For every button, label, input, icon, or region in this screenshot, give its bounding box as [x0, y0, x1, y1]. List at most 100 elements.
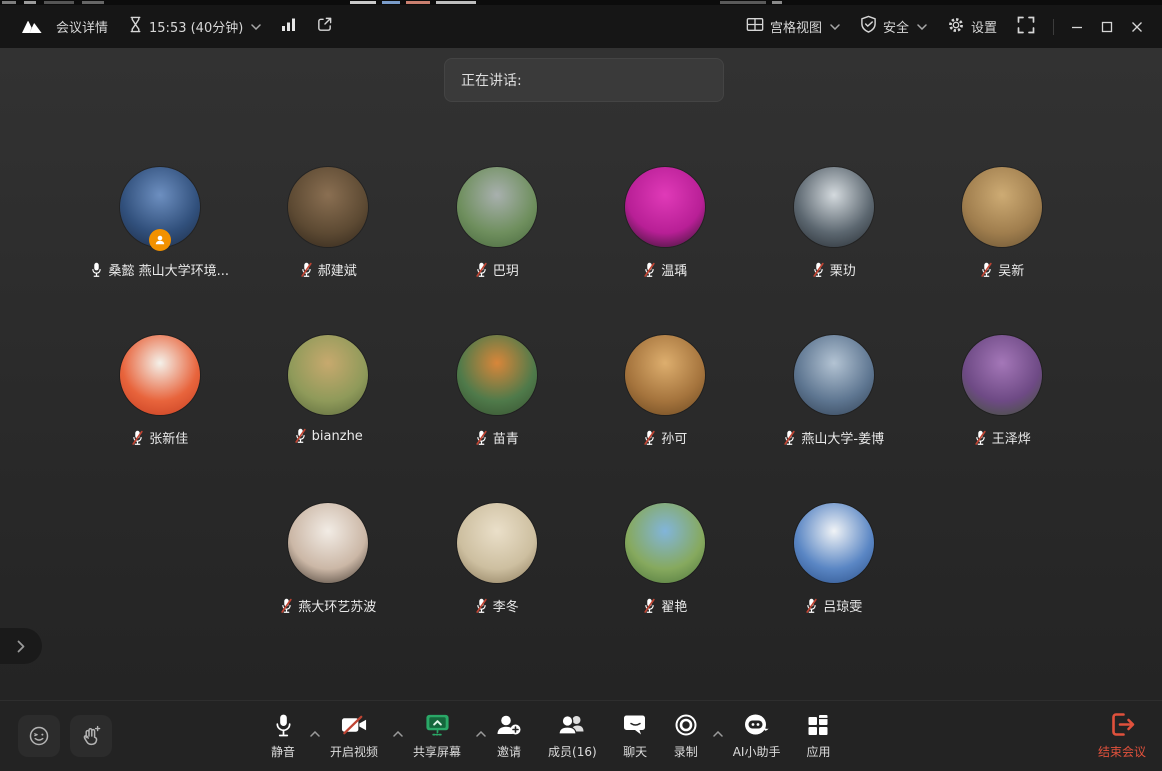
participant-name-row: 巴玥 [475, 260, 519, 279]
avatar [288, 503, 368, 583]
ai-assistant-label: AI小助手 [733, 743, 781, 760]
security-button[interactable]: 安全 [850, 12, 937, 42]
meeting-details-button[interactable]: 会议详情 [46, 12, 118, 42]
mic-muted-icon [475, 598, 488, 614]
mute-button[interactable]: 静音 [258, 710, 317, 760]
ai-assistant-button[interactable]: AI小助手 [720, 710, 794, 760]
participant-name: bianzhe [312, 429, 363, 444]
shield-check-icon [860, 15, 877, 38]
participant-tile[interactable]: 李冬 [413, 503, 582, 615]
mic-muted-icon [783, 430, 796, 446]
participant-tile[interactable]: 栗玏 [750, 167, 919, 279]
participant-row: 张新佳 bianzhe 苗青孙可 燕山大学-姜博 王泽烨 [0, 335, 1162, 447]
raise-hand-button[interactable] [70, 715, 112, 757]
host-badge-icon [149, 229, 171, 251]
avatar [120, 335, 200, 415]
maximize-button[interactable] [1092, 12, 1122, 42]
participant-name-row: 孙可 [643, 428, 687, 447]
participant-name: 李冬 [493, 596, 519, 615]
minimize-button[interactable] [1062, 12, 1092, 42]
screen-share-icon [424, 710, 451, 740]
participant-tile[interactable]: 吕琼雯 [750, 503, 919, 615]
grid-view-button[interactable]: 宫格视图 [736, 12, 850, 42]
emoji-reaction-button[interactable] [18, 715, 60, 757]
meeting-timer[interactable]: 15:53 (40分钟) [118, 12, 271, 42]
raise-hand-plus-icon [79, 724, 103, 748]
participant-tile[interactable]: 燕山大学-姜博 [750, 335, 919, 447]
chat-label: 聊天 [623, 743, 647, 760]
close-button[interactable] [1122, 12, 1152, 42]
sliver-fragment [350, 1, 376, 4]
participant-name: 桑懿 燕山大学环境... [108, 260, 229, 279]
meeting-details-label: 会议详情 [56, 17, 108, 36]
mic-muted-icon [974, 430, 987, 446]
gear-icon [947, 16, 965, 38]
grid-view-label: 宫格视图 [770, 17, 822, 36]
members-button[interactable]: 成员(16) [535, 710, 610, 760]
settings-button[interactable]: 设置 [937, 12, 1007, 42]
avatar [120, 167, 200, 247]
avatar [962, 335, 1042, 415]
participant-name-row: 郝建斌 [300, 260, 357, 279]
network-signal-button[interactable] [271, 12, 306, 42]
participant-tile[interactable]: 吴新 [918, 167, 1087, 279]
participant-name-row: 温瑀 [643, 260, 687, 279]
members-icon [558, 710, 586, 740]
chevron-down-icon [251, 19, 261, 34]
participant-tile[interactable]: 桑懿 燕山大学环境... [76, 167, 245, 279]
participant-tile[interactable]: 温瑀 [581, 167, 750, 279]
mic-muted-icon [294, 428, 307, 444]
mic-muted-icon [300, 262, 313, 278]
participant-name: 吕琼雯 [823, 596, 862, 615]
apps-icon [807, 710, 829, 740]
start-video-button[interactable]: 开启视频 [317, 710, 400, 760]
record-button[interactable]: 录制 [661, 710, 720, 760]
sliver-fragment [44, 1, 74, 4]
sliver-fragment [720, 1, 766, 4]
invite-button[interactable]: 邀请 [483, 710, 535, 760]
end-meeting-button[interactable]: 结束会议 [1098, 712, 1146, 760]
participant-tile[interactable]: 翟艳 [581, 503, 750, 615]
participant-tile[interactable]: 张新佳 [76, 335, 245, 447]
invite-label: 邀请 [497, 743, 521, 760]
sliver-fragment [24, 1, 36, 4]
mic-muted-icon [475, 262, 488, 278]
participant-name: 温瑀 [661, 260, 687, 279]
participant-tile[interactable]: 郝建斌 [244, 167, 413, 279]
chevron-down-icon [830, 19, 840, 34]
share-meeting-button[interactable] [306, 12, 343, 42]
share-export-icon [316, 16, 333, 37]
apps-button[interactable]: 应用 [793, 710, 843, 760]
camera-off-icon [341, 710, 368, 740]
participant-name-row: 李冬 [475, 596, 519, 615]
chat-button[interactable]: 聊天 [610, 710, 661, 760]
mute-label: 静音 [271, 743, 295, 760]
participant-tile[interactable]: 苗青 [413, 335, 582, 447]
participant-tile[interactable]: 王泽烨 [918, 335, 1087, 447]
expand-panel-tab[interactable] [0, 628, 42, 664]
avatar [625, 503, 705, 583]
participant-row: 燕大环艺苏波 李冬 翟艳吕琼雯 [0, 503, 1162, 615]
participant-tile[interactable]: bianzhe [244, 335, 413, 447]
sliver-fragment [772, 1, 782, 4]
mic-icon [90, 262, 103, 278]
microphone-icon [274, 710, 293, 740]
participant-tile[interactable]: 燕大环艺苏波 [244, 503, 413, 615]
wink-smiley-icon [28, 725, 50, 747]
avatar [288, 167, 368, 247]
mic-muted-icon [131, 430, 144, 446]
participant-tile[interactable]: 巴玥 [413, 167, 582, 279]
end-meeting-icon [1109, 712, 1135, 741]
participant-name: 燕大环艺苏波 [298, 596, 376, 615]
participant-name-row: 桑懿 燕山大学环境... [90, 260, 229, 279]
mic-muted-icon [980, 262, 993, 278]
participant-name: 燕山大学-姜博 [801, 428, 884, 447]
participant-name: 张新佳 [149, 428, 188, 447]
participant-tile[interactable]: 孙可 [581, 335, 750, 447]
fullscreen-button[interactable] [1007, 12, 1045, 42]
security-label: 安全 [883, 17, 909, 36]
share-screen-button[interactable]: 共享屏幕 [400, 710, 483, 760]
settings-label: 设置 [971, 17, 997, 36]
chat-icon [623, 710, 648, 740]
participant-name: 孙可 [661, 428, 687, 447]
